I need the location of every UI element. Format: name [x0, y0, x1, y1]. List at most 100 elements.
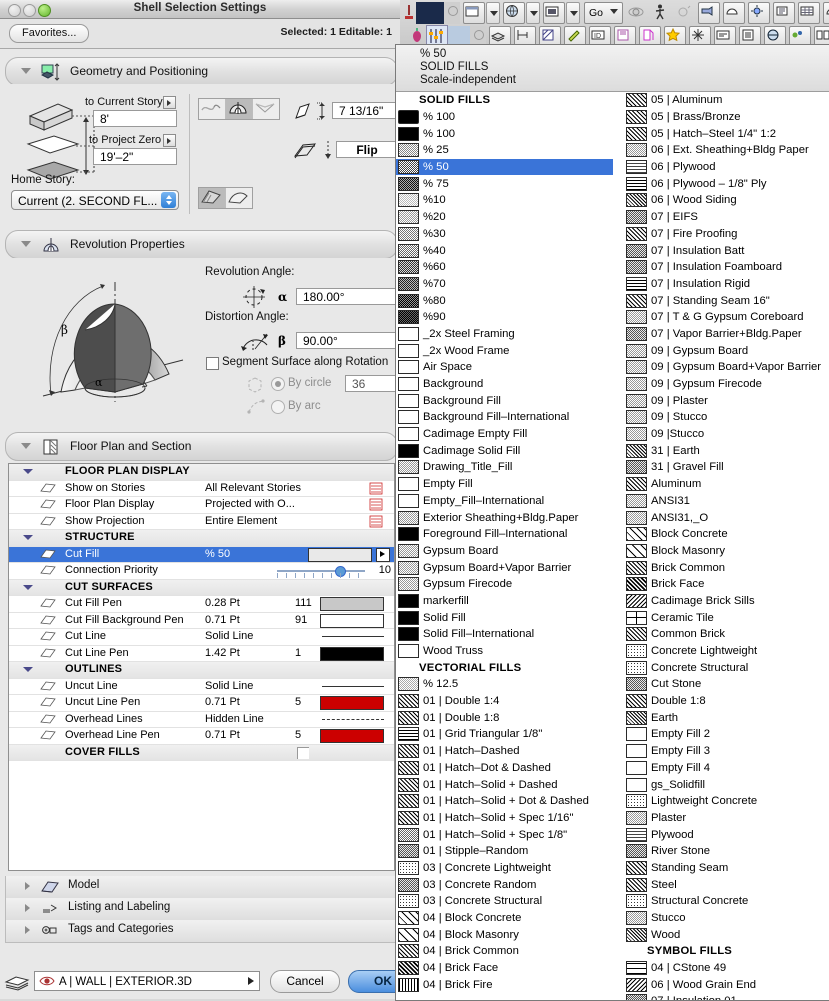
fills-list-item[interactable]: 04 | Brick Fire: [396, 976, 613, 993]
globe-icon[interactable]: [503, 2, 525, 24]
fills-list-item[interactable]: Solid Fill: [396, 609, 613, 626]
fills-list-item[interactable]: Wood: [624, 926, 829, 943]
table-row[interactable]: Show Projection Entire Element: [9, 514, 394, 530]
layer-select[interactable]: A | WALL | EXTERIOR.3D: [34, 971, 260, 991]
row-swatch[interactable]: [320, 597, 384, 611]
fills-list-item[interactable]: %80: [396, 292, 613, 309]
list-icon[interactable]: [772, 2, 795, 24]
row-swatch[interactable]: [322, 685, 384, 688]
edge-curve-icon[interactable]: [226, 188, 252, 208]
fills-list-item[interactable]: 01 | Double 1:4: [396, 693, 613, 710]
distortion-angle-field[interactable]: 90.00°: [296, 332, 396, 349]
fills-list-item[interactable]: Background: [396, 376, 613, 393]
fills-list-item[interactable]: 07 | T & G Gypsum Coreboard: [624, 309, 829, 326]
chevron-down-icon[interactable]: [526, 2, 540, 24]
fills-list-item[interactable]: 09 | Gypsum Board+Vapor Barrier: [624, 359, 829, 376]
handle-grip[interactable]: [444, 2, 460, 24]
table-group-row[interactable]: CUT SURFACES: [9, 579, 394, 596]
fills-list-item[interactable]: Exterior Sheathing+Bldg.Paper: [396, 509, 613, 526]
fills-list-item[interactable]: Solid Fill–International: [396, 626, 613, 643]
fills-list-item[interactable]: 07 | Insulation Rigid: [624, 276, 829, 293]
panel-icon[interactable]: [543, 2, 565, 24]
revolved-shell-icon[interactable]: [226, 99, 253, 119]
row-swatch[interactable]: [322, 718, 384, 721]
favorites-button[interactable]: Favorites...: [9, 24, 90, 43]
fills-list-item[interactable]: 03 | Concrete Random: [396, 876, 613, 893]
fills-list-item[interactable]: 03 | Concrete Lightweight: [396, 860, 613, 877]
fills-list-item[interactable]: 07 | Insulation Foamboard: [624, 259, 829, 276]
fills-list-item[interactable]: Block Masonry: [624, 543, 829, 560]
table-row[interactable]: Uncut Line Pen 0.71 Pt 5: [9, 695, 394, 712]
section-revolution-properties[interactable]: Revolution Properties: [5, 230, 398, 259]
fills-list-item[interactable]: % 75: [396, 175, 613, 192]
fills-list-item[interactable]: Structural Concrete: [624, 893, 829, 910]
fills-list-item[interactable]: Double 1:8: [624, 693, 829, 710]
fills-list-item[interactable]: Cadimage Solid Fill: [396, 442, 613, 459]
fills-list-item[interactable]: Cadimage Empty Fill: [396, 426, 613, 443]
fills-list-item[interactable]: Standing Seam: [624, 860, 829, 877]
fills-list-item[interactable]: % 100: [396, 125, 613, 142]
ruled-shell-icon[interactable]: [199, 99, 226, 119]
table-row[interactable]: Cut Line Pen 1.42 Pt 1: [9, 646, 394, 662]
fills-list-item[interactable]: Background Fill: [396, 392, 613, 409]
fills-list-item[interactable]: 07 | Insulation Batt: [624, 242, 829, 259]
fills-list-item[interactable]: %40: [396, 242, 613, 259]
fills-list-item[interactable]: ANSI31: [624, 493, 829, 510]
fills-list-item[interactable]: 06 | Wood Grain End: [624, 976, 829, 993]
cancel-button[interactable]: Cancel: [270, 970, 340, 993]
flip-button[interactable]: Flip: [336, 141, 398, 158]
extruded-shell-icon[interactable]: [253, 99, 279, 119]
fills-list-item[interactable]: _2x Wood Frame: [396, 342, 613, 359]
fills-list-item[interactable]: Brick Face: [624, 576, 829, 593]
fills-list-item[interactable]: %20: [396, 209, 613, 226]
table-group-row[interactable]: COVER FILLS: [9, 744, 394, 761]
table-row[interactable]: Connection Priority 10: [9, 563, 394, 580]
fills-list-item[interactable]: 09 |Stucco: [624, 426, 829, 443]
fills-list-item[interactable]: 09 | Stucco: [624, 409, 829, 426]
table-group-row[interactable]: FLOOR PLAN DISPLAY: [9, 464, 394, 481]
edge-type-segmented-control[interactable]: [198, 187, 253, 209]
table-row[interactable]: Uncut Line Solid Line: [9, 679, 394, 695]
fills-list-item[interactable]: %90: [396, 309, 613, 326]
fills-list-item[interactable]: 09 | Gypsum Board: [624, 342, 829, 359]
to-project-zero-field[interactable]: 19'–2": [93, 148, 177, 165]
fills-list-item[interactable]: Plywood: [624, 826, 829, 843]
fills-list-item[interactable]: Gypsum Firecode: [396, 576, 613, 593]
fills-left-column[interactable]: SOLID FILLS % 100 % 100 % 25 % 50 % 75 %10 %20%…: [396, 92, 613, 993]
row-swatch[interactable]: [322, 636, 384, 638]
fills-list-item[interactable]: 01 | Hatch–Dot & Dashed: [396, 760, 613, 777]
fills-list-item[interactable]: 31 | Gravel Fill: [624, 459, 829, 476]
fills-list-item[interactable]: Empty Fill 4: [624, 760, 829, 777]
fills-list-item[interactable]: 04 | Brick Common: [396, 943, 613, 960]
table-row[interactable]: Cut Fill % 50: [9, 546, 394, 563]
fills-list-item[interactable]: 07 | EIFS: [624, 209, 829, 226]
fills-list-item[interactable]: Brick Common: [624, 559, 829, 576]
fills-list-item[interactable]: 05 | Brass/Bronze: [624, 109, 829, 126]
section-model[interactable]: Model: [5, 876, 398, 899]
fills-list-item[interactable]: Concrete Structural: [624, 659, 829, 676]
fills-list-item[interactable]: Drawing_Title_Fill: [396, 459, 613, 476]
row-swatch[interactable]: [320, 646, 384, 661]
priority-slider[interactable]: [277, 566, 365, 578]
fills-list-item[interactable]: Gypsum Board+Vapor Barrier: [396, 559, 613, 576]
fills-list-item[interactable]: Concrete Lightweight: [624, 643, 829, 660]
section-geometry-and-positioning[interactable]: Geometry and Positioning: [5, 57, 398, 86]
fills-list-item[interactable]: Wood Truss: [396, 643, 613, 660]
window-icon[interactable]: [463, 2, 485, 24]
fills-list-item[interactable]: 06 | Ext. Sheathing+Bldg Paper: [624, 142, 829, 159]
segment-surface-checkbox[interactable]: [206, 357, 219, 370]
fills-list-item[interactable]: 05 | Hatch–Steel 1/4" 1:2: [624, 125, 829, 142]
home-story-select[interactable]: Current (2. SECOND FL...: [11, 190, 179, 210]
fills-list-item[interactable]: 01 | Grid Triangular 1/8": [396, 726, 613, 743]
fills-list-item[interactable]: Gypsum Board: [396, 543, 613, 560]
chevron-right-icon[interactable]: [248, 977, 254, 985]
camera-icon[interactable]: [697, 2, 720, 24]
fills-list-item[interactable]: % 100: [396, 109, 613, 126]
fills-list-item[interactable]: Foreground Fill–International: [396, 526, 613, 543]
table-group-row[interactable]: STRUCTURE: [9, 530, 394, 547]
table-row[interactable]: Cut Fill Background Pen 0.71 Pt 91: [9, 613, 394, 629]
fills-list-item[interactable]: 01 | Hatch–Solid + Spec 1/16": [396, 810, 613, 827]
fills-list-item[interactable]: 05 | Aluminum: [624, 92, 829, 109]
fills-list-item[interactable]: 04 | CStone 49: [624, 960, 829, 977]
row-swatch[interactable]: [320, 696, 384, 710]
